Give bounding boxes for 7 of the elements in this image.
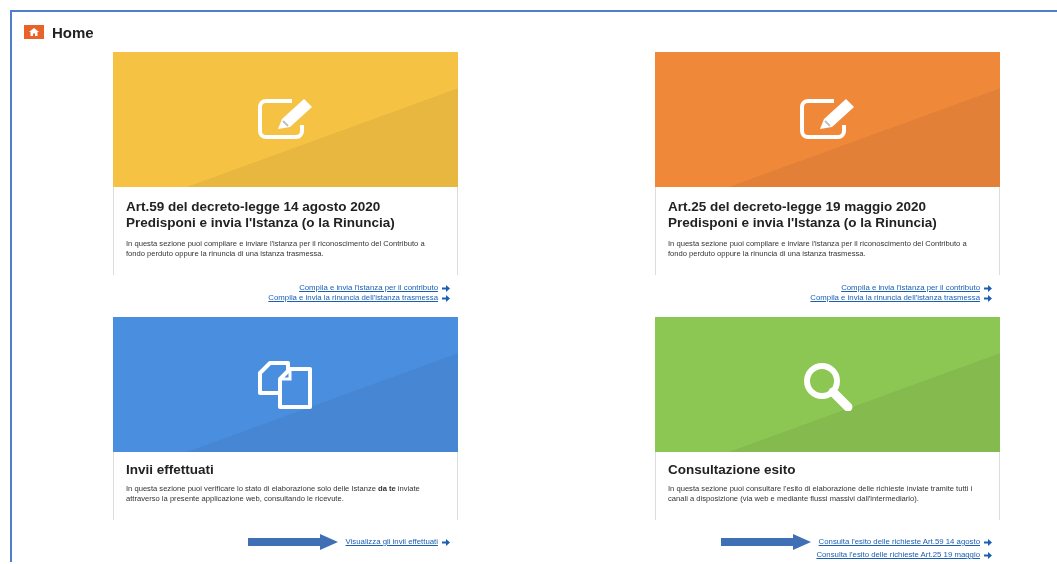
card-title: Invii effettuati (126, 462, 215, 478)
card-title: Consultazione esito (668, 462, 797, 478)
page-title: Home (52, 23, 94, 41)
card-title: Art.25 del decreto-legge 19 maggio 2020 Predisponi e invia l'Istanza (o la Rinuncia) (668, 199, 938, 231)
arrow-right-icon (442, 538, 450, 546)
home-icon (24, 25, 44, 39)
card-title: Art.59 del decreto-legge 14 agosto 2020 Predisponi e invia l'Istanza (o la Rinuncia) (126, 199, 396, 231)
